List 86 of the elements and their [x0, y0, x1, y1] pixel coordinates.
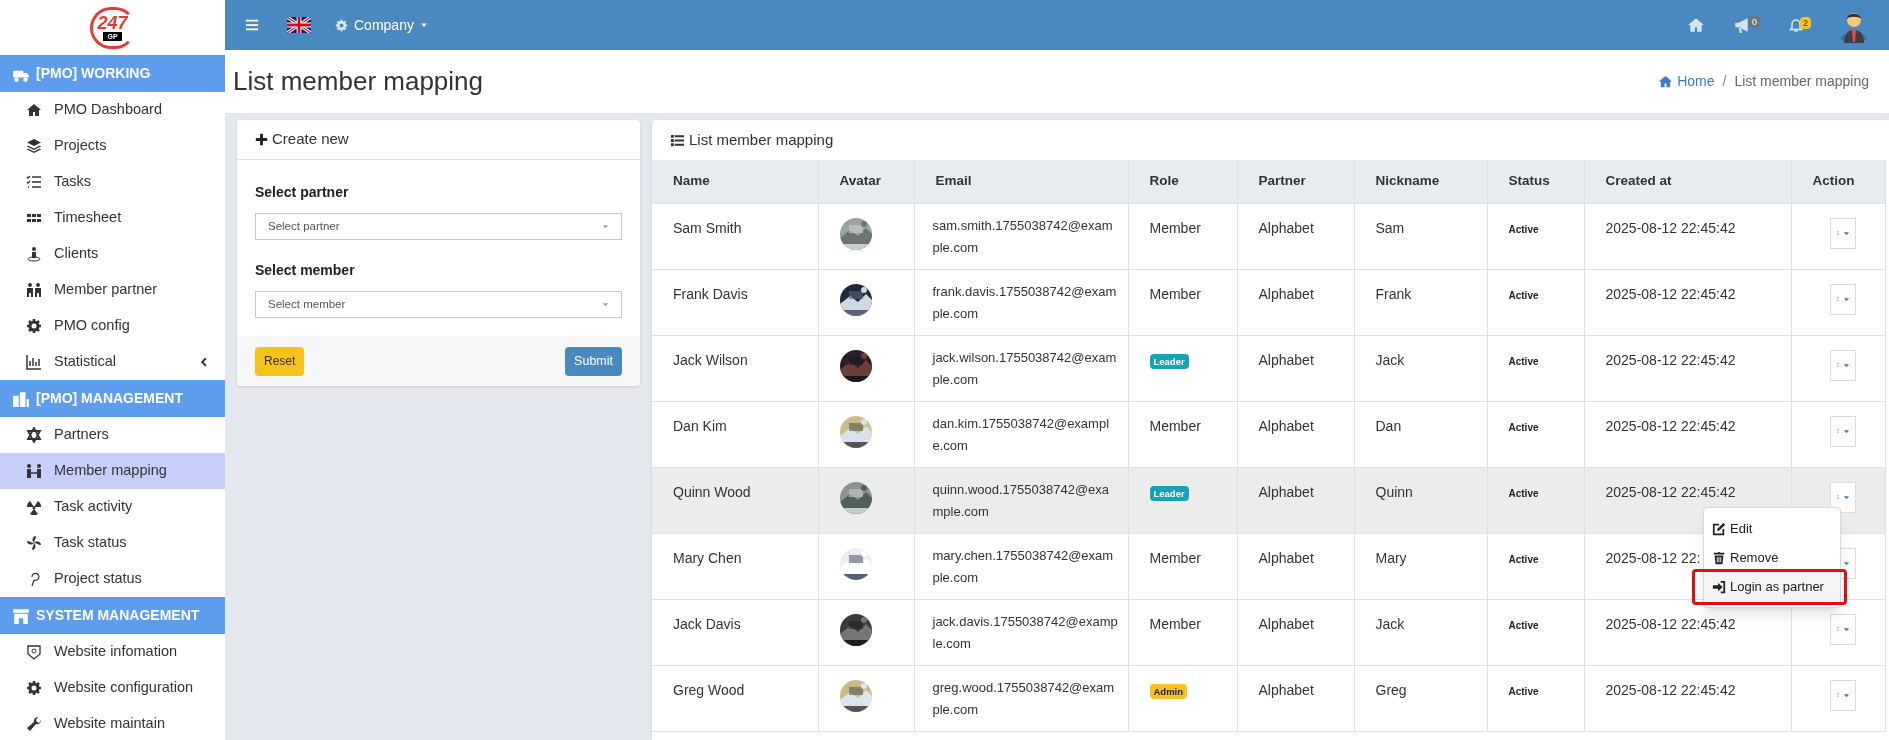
table-cell: Jack Wilson — [673, 351, 748, 368]
field-label: Select member — [255, 261, 356, 280]
column-header: Avatar — [818, 160, 914, 203]
table-cell: Mary Chen — [673, 549, 742, 566]
card-title: Create new — [272, 129, 349, 150]
table-cell: Alphabet — [1258, 483, 1314, 500]
column-header: Role — [1128, 160, 1237, 203]
section-title: SYSTEM MANAGEMENT — [36, 606, 200, 625]
table-cell: Member — [1149, 417, 1201, 434]
count-badge: 0 — [1748, 16, 1760, 28]
table-cell: Member — [1149, 549, 1201, 566]
table-cell: 2025-08-12 22: — [1605, 549, 1701, 566]
table-cell: Member — [1149, 615, 1201, 632]
table-cell: Member — [1149, 219, 1201, 236]
table-cell: Jack — [1375, 615, 1405, 632]
table-cell: Frank — [1375, 285, 1412, 302]
role-badge: Leader — [1149, 485, 1189, 501]
status-text: Active — [1508, 355, 1539, 367]
table-cell: Mary — [1375, 549, 1407, 566]
table-cell: 2025-08-12 22:45:42 — [1605, 483, 1736, 500]
table-cell: Sam — [1375, 219, 1405, 236]
table-cell: Alphabet — [1258, 351, 1314, 368]
table-cell-text: jack.davis.1755038742@example.com — [932, 612, 1119, 653]
page-title: List member mapping — [233, 65, 483, 98]
select-field[interactable]: Select member — [255, 291, 622, 318]
table-cell: Greg — [1375, 681, 1407, 698]
table-cell: Alphabet — [1258, 549, 1314, 566]
field-label: Select partner — [255, 183, 350, 202]
logo-text: 247 — [97, 14, 128, 32]
status-text: Active — [1508, 223, 1539, 235]
table-cell-text: greg.wood.1755038742@example.com — [932, 678, 1116, 719]
status-text: Active — [1508, 289, 1539, 301]
breadcrumb-link[interactable]: Home — [1658, 71, 1715, 92]
column-header: Status — [1487, 160, 1584, 203]
submit-button[interactable]: Submit — [565, 346, 622, 376]
table-cell: Alphabet — [1258, 615, 1314, 632]
reset-button[interactable]: Reset — [255, 346, 305, 376]
column-header: Partner — [1237, 160, 1354, 203]
column-header: Email — [914, 160, 1128, 203]
company-menu[interactable]: Company — [335, 14, 428, 36]
table-cell: 2025-08-12 22:45:42 — [1605, 681, 1736, 698]
table-cell: Quinn Wood — [673, 483, 751, 500]
table-cell: Quinn — [1375, 483, 1413, 500]
table-cell: Frank Davis — [673, 285, 748, 302]
table-cell: 2025-08-12 22:45:42 — [1605, 417, 1736, 434]
table-cell: 2025-08-12 22:45:42 — [1605, 285, 1736, 302]
card-title: List member mapping — [689, 129, 834, 150]
role-badge: Leader — [1149, 353, 1189, 369]
table-cell: Jack Davis — [673, 615, 741, 632]
section-title: [PMO] WORKING — [36, 64, 151, 83]
column-header: Created at — [1584, 160, 1791, 203]
table-cell: 2025-08-12 22:45:42 — [1605, 615, 1736, 632]
menu-item[interactable]: Edit — [1704, 514, 1840, 543]
section-title: [PMO] MANAGEMENT — [36, 389, 183, 408]
table-cell-text: frank.davis.1755038742@example.com — [932, 282, 1118, 323]
column-header: Action — [1791, 160, 1885, 203]
table-cell-text: mary.chen.1755038742@example.com — [932, 546, 1115, 587]
table-cell: Alphabet — [1258, 285, 1314, 302]
table-cell: 2025-08-12 22:45:42 — [1605, 219, 1736, 236]
status-text: Active — [1508, 619, 1539, 631]
status-text: Active — [1508, 487, 1539, 499]
table-cell: Alphabet — [1258, 219, 1314, 236]
table-cell: Dan — [1375, 417, 1402, 434]
table-cell-text: jack.wilson.1755038742@example.com — [932, 348, 1118, 389]
status-text: Active — [1508, 553, 1539, 565]
column-header: Nickname — [1354, 160, 1487, 203]
breadcrumb-current: List member mapping — [1734, 72, 1869, 91]
column-header: Name — [652, 160, 818, 203]
table-cell: Greg Wood — [673, 681, 745, 698]
status-text: Active — [1508, 685, 1539, 697]
sidebar-item[interactable]: Member mapping — [0, 453, 225, 489]
table-cell: Alphabet — [1258, 681, 1314, 698]
status-text: Active — [1508, 421, 1539, 433]
table-cell: Member — [1149, 285, 1201, 302]
table-cell: Dan Kim — [673, 417, 727, 434]
role-badge: Admin — [1149, 683, 1188, 699]
table-cell: Jack — [1375, 351, 1405, 368]
table-cell: 2025-08-12 22:45:42 — [1605, 351, 1736, 368]
table-cell: Sam Smith — [673, 219, 742, 236]
breadcrumb-separator: / — [1722, 72, 1727, 91]
table-cell-text: sam.smith.1755038742@example.com — [932, 216, 1114, 257]
select-field[interactable]: Select partner — [255, 213, 622, 240]
table-cell: Alphabet — [1258, 417, 1314, 434]
menu-item[interactable]: Login as partner — [1704, 572, 1840, 601]
table-cell-text: dan.kim.1755038742@example.com — [932, 414, 1111, 455]
table-cell-text: quinn.wood.1755038742@example.com — [932, 480, 1111, 521]
